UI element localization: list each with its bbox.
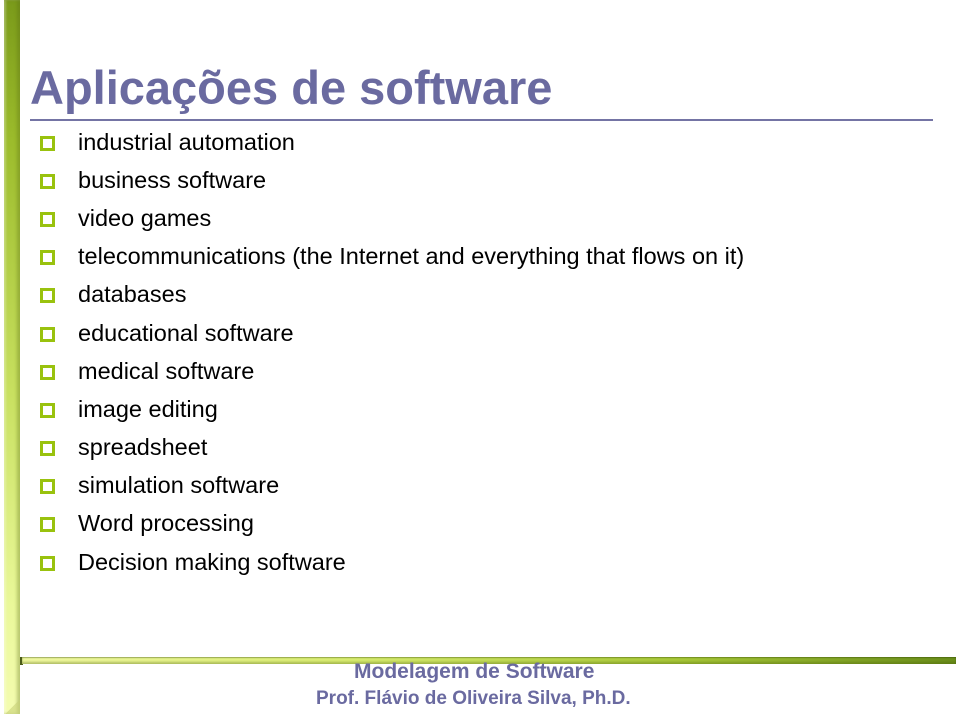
list-item: simulation software (40, 467, 744, 505)
square-bullet-icon (40, 250, 55, 266)
left-bar-bevel (4, 700, 20, 714)
footer-course-title: Modelagem de Software (354, 660, 595, 683)
footer-professor: Prof. Flávio de Oliveira Silva, Ph.D. (316, 688, 631, 709)
list-item: video games (40, 199, 744, 237)
square-bullet-icon (40, 173, 55, 189)
list-item-text: spreadsheet (78, 434, 208, 461)
bullet-list: industrial automation business software vi… (40, 123, 744, 581)
list-item: telecommunications (the Internet and eve… (40, 238, 744, 276)
square-bullet-icon (40, 364, 55, 380)
list-item-text: databases (78, 281, 187, 308)
list-item-text: business software (78, 166, 267, 193)
list-item: business software (40, 161, 744, 199)
list-item-text: telecommunications (the Internet and eve… (78, 243, 745, 270)
square-bullet-icon (40, 402, 55, 418)
list-item: medical software (40, 352, 744, 390)
list-item: Decision making software (40, 543, 744, 581)
list-item: Word processing (40, 505, 744, 543)
square-bullet-icon (40, 517, 55, 533)
square-bullet-icon (40, 479, 55, 495)
list-item: industrial automation (40, 123, 744, 161)
left-decorative-bar (4, 0, 20, 714)
square-bullet-icon (40, 288, 55, 304)
list-item: educational software (40, 314, 744, 352)
square-bullet-icon (40, 211, 55, 227)
list-item-text: medical software (78, 357, 255, 384)
list-item: image editing (40, 390, 744, 428)
list-item: spreadsheet (40, 429, 744, 467)
square-bullet-icon (40, 135, 55, 151)
list-item-text: image editing (78, 395, 218, 422)
title-underline (30, 119, 933, 121)
square-bullet-icon (40, 555, 55, 571)
list-item-text: Decision making software (78, 548, 346, 575)
list-item-text: industrial automation (78, 128, 295, 155)
list-item-text: simulation software (78, 472, 280, 499)
square-bullet-icon (40, 326, 55, 342)
square-bullet-icon (40, 441, 55, 457)
list-item-text: educational software (78, 319, 294, 346)
list-item: databases (40, 276, 744, 314)
slide-title: Aplicações de software (30, 61, 553, 114)
list-item-text: Word processing (78, 510, 254, 537)
list-item-text: video games (78, 204, 212, 231)
